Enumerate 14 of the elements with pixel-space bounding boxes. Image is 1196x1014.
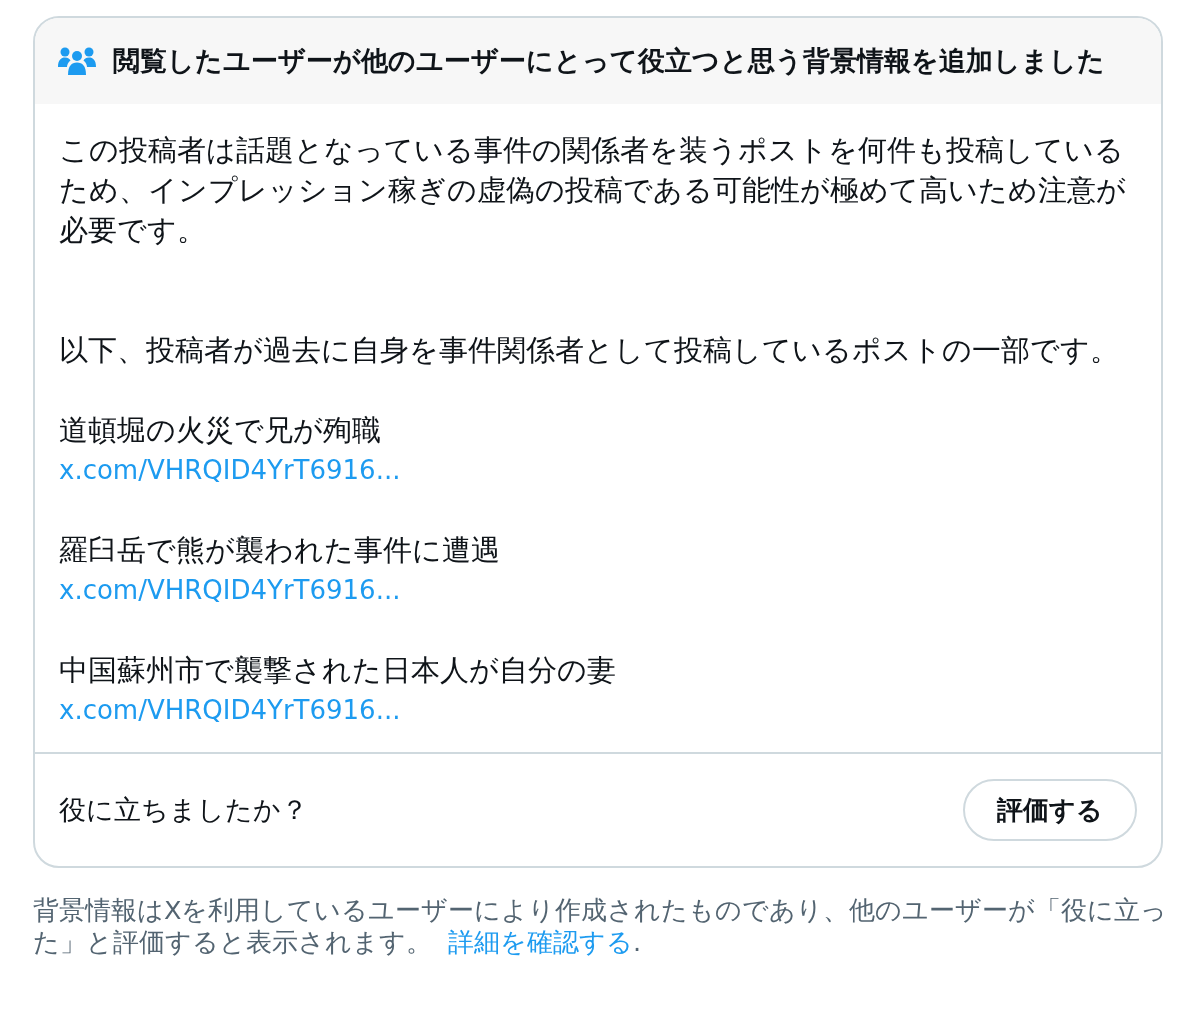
post-link[interactable]: x.com/VHRQID4YrT6916... [59, 570, 401, 610]
note-text: 以下、投稿者が過去に自身を事件関係者として投稿しているポストの一部です。 [59, 332, 1120, 369]
rate-button[interactable]: 評価する [963, 779, 1137, 841]
helpful-question: 役に立ちましたか？ [59, 793, 308, 827]
post-link[interactable]: x.com/VHRQID4YrT6916... [59, 690, 401, 730]
post-summary: 中国蘇州市で襲撃された日本人が自分の妻 [59, 652, 616, 689]
disclaimer-text: 背景情報はXを利用しているユーザーにより作成されたものであり、他のユーザーが「役に立った」と評価すると表示されます。 詳細を確認する. [33, 894, 1169, 958]
learn-more-link[interactable]: 詳細を確認する [448, 927, 633, 957]
note-text: この投稿者は話題となっている事件の関係者を装うポストを何件も投稿しているため、インプレッション稼ぎの虚偽の投稿である可能性が極めて高いため注意が必要です。 [59, 132, 1127, 249]
post-summary: 羅臼岳で熊が襲われた事件に遭遇 [59, 532, 500, 569]
post-summary: 道頓堀の火災で兄が殉職 [59, 412, 381, 449]
note-header-title: 閲覧したユーザーが他のユーザーにとって役立つと思う背景情報を追加しました [113, 44, 1105, 78]
post-link[interactable]: x.com/VHRQID4YrT6916... [59, 450, 401, 490]
people-icon [58, 47, 96, 75]
